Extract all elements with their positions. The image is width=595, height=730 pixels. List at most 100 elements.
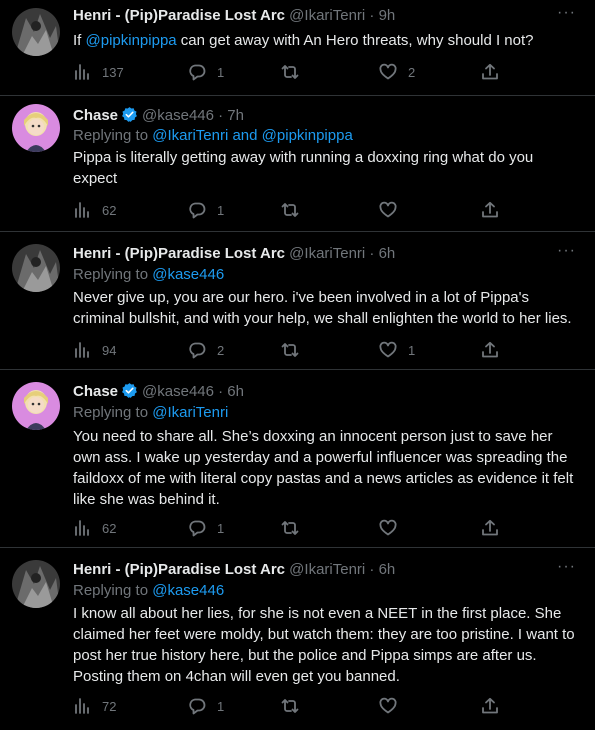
tweet-text-part: Never give up, you are our hero. i've be…	[73, 289, 572, 327]
display-name[interactable]: Henri - (Pip)Paradise Lost Arc	[73, 245, 285, 262]
tweet-header: Henri - (Pip)Paradise Lost Arc @IkariTen…	[73, 244, 555, 264]
display-name[interactable]: Henri - (Pip)Paradise Lost Arc	[73, 561, 285, 578]
tweet[interactable]: Henri - (Pip)Paradise Lost Arc @IkariTen…	[0, 548, 595, 730]
handle-time[interactable]: @kase446 · 6h	[142, 383, 244, 400]
views-count: 72	[102, 698, 117, 714]
more-icon[interactable]: ···	[557, 5, 575, 26]
tweet-text: Never give up, you are our hero. i've be…	[73, 287, 577, 329]
tweet-header: Chase @kase446 · 6h	[73, 382, 555, 402]
views-icon	[75, 342, 89, 358]
mention-link[interactable]: @pipkinpippa	[86, 32, 177, 49]
reply-icon	[189, 520, 206, 537]
reply-button[interactable]: 1	[188, 200, 224, 220]
share-icon	[482, 63, 498, 80]
like-icon	[379, 63, 397, 80]
views-icon	[75, 520, 89, 536]
handle-time[interactable]: @IkariTenri · 9h	[289, 7, 395, 24]
tweet[interactable]: Chase @kase446 · 6h Replying to @IkariTen…	[0, 370, 595, 548]
reply-icon	[189, 202, 206, 219]
views-icon	[75, 202, 89, 218]
tweet-header: Henri - (Pip)Paradise Lost Arc @IkariTen…	[73, 560, 555, 580]
tweet[interactable]: Chase @kase446 · 7h Replying to @IkariTen…	[0, 96, 595, 232]
tweet-actions: 62 1	[73, 518, 513, 538]
avatar[interactable]	[12, 382, 60, 430]
reply-count: 2	[217, 342, 225, 358]
avatar[interactable]	[12, 8, 60, 56]
like-button[interactable]: 2	[379, 62, 415, 82]
like-icon	[379, 341, 397, 358]
like-button[interactable]	[379, 200, 408, 220]
retweet-icon	[281, 203, 299, 217]
handle-time[interactable]: @kase446 · 7h	[142, 107, 244, 124]
replying-to-and: and	[228, 127, 262, 144]
like-button[interactable]	[379, 696, 408, 716]
avatar[interactable]	[12, 560, 60, 608]
retweet-icon	[281, 65, 299, 79]
mention-link[interactable]: @kase446	[152, 582, 224, 599]
reply-count: 1	[217, 64, 225, 80]
avatar[interactable]	[12, 104, 60, 152]
replying-to: Replying to @kase446	[73, 581, 224, 601]
reply-button[interactable]: 1	[188, 518, 224, 538]
mention-link[interactable]: @IkariTenri	[152, 404, 228, 421]
views-button[interactable]: 72	[73, 696, 116, 716]
tweet[interactable]: Henri - (Pip)Paradise Lost Arc @IkariTen…	[0, 232, 595, 370]
share-button[interactable]	[481, 518, 499, 538]
share-icon	[482, 341, 498, 358]
retweet-button[interactable]	[281, 696, 310, 716]
retweet-icon	[281, 521, 299, 535]
views-count: 62	[102, 520, 117, 536]
tweet-header: Chase @kase446 · 7h	[73, 106, 555, 126]
reply-count: 1	[217, 202, 225, 218]
tweet-text-part: I know all about her lies, for she is no…	[73, 605, 575, 685]
like-button[interactable]	[379, 518, 408, 538]
views-icon	[75, 698, 89, 714]
mention-link[interactable]: @IkariTenri	[152, 127, 228, 144]
views-button[interactable]: 62	[73, 518, 116, 538]
views-button[interactable]: 137	[73, 62, 124, 82]
handle-time[interactable]: @IkariTenri · 6h	[289, 561, 395, 578]
views-button[interactable]: 62	[73, 200, 116, 220]
retweet-button[interactable]	[281, 62, 310, 82]
more-icon[interactable]: ···	[557, 243, 575, 264]
display-name[interactable]: Chase	[73, 383, 118, 400]
tweet-actions: 62 1	[73, 200, 513, 220]
replying-to-label: Replying to	[73, 127, 153, 144]
tweet-text: I know all about her lies, for she is no…	[73, 603, 577, 687]
tweet-text-part: can get away with An Hero threats, why s…	[176, 32, 534, 49]
views-button[interactable]: 94	[73, 340, 116, 360]
retweet-button[interactable]	[281, 518, 310, 538]
retweet-button[interactable]	[281, 200, 310, 220]
retweet-button[interactable]	[281, 340, 310, 360]
display-name[interactable]: Chase	[73, 107, 118, 124]
tweet-actions: 94 2 1	[73, 340, 513, 360]
more-icon[interactable]: ···	[557, 559, 575, 580]
tweet-text: If @pipkinpippa can get away with An Her…	[73, 30, 577, 51]
tweet[interactable]: Henri - (Pip)Paradise Lost Arc @IkariTen…	[0, 0, 595, 96]
display-name[interactable]: Henri - (Pip)Paradise Lost Arc	[73, 7, 285, 24]
reply-button[interactable]: 1	[188, 696, 224, 716]
verified-badge-icon	[122, 107, 137, 122]
handle-time[interactable]: @IkariTenri · 6h	[289, 245, 395, 262]
share-button[interactable]	[481, 696, 499, 716]
replying-to-label: Replying to	[73, 266, 153, 283]
reply-icon	[189, 64, 206, 81]
replying-to: Replying to @IkariTenri and @pipkinpippa	[73, 126, 353, 146]
share-button[interactable]	[481, 340, 499, 360]
tweet-actions: 72 1	[73, 696, 513, 716]
reply-button[interactable]: 1	[188, 62, 224, 82]
mention-link[interactable]: @kase446	[152, 266, 224, 283]
share-icon	[482, 519, 498, 536]
views-count: 94	[102, 342, 117, 358]
avatar[interactable]	[12, 244, 60, 292]
like-icon	[379, 201, 397, 218]
mention-link[interactable]: @pipkinpippa	[262, 127, 353, 144]
like-button[interactable]: 1	[379, 340, 415, 360]
reply-button[interactable]: 2	[188, 340, 224, 360]
share-icon	[482, 697, 498, 714]
tweet-text: You need to share all. She’s doxxing an …	[73, 426, 577, 510]
share-button[interactable]	[481, 62, 499, 82]
like-count: 2	[408, 64, 416, 80]
views-icon	[75, 64, 89, 80]
share-button[interactable]	[481, 200, 499, 220]
